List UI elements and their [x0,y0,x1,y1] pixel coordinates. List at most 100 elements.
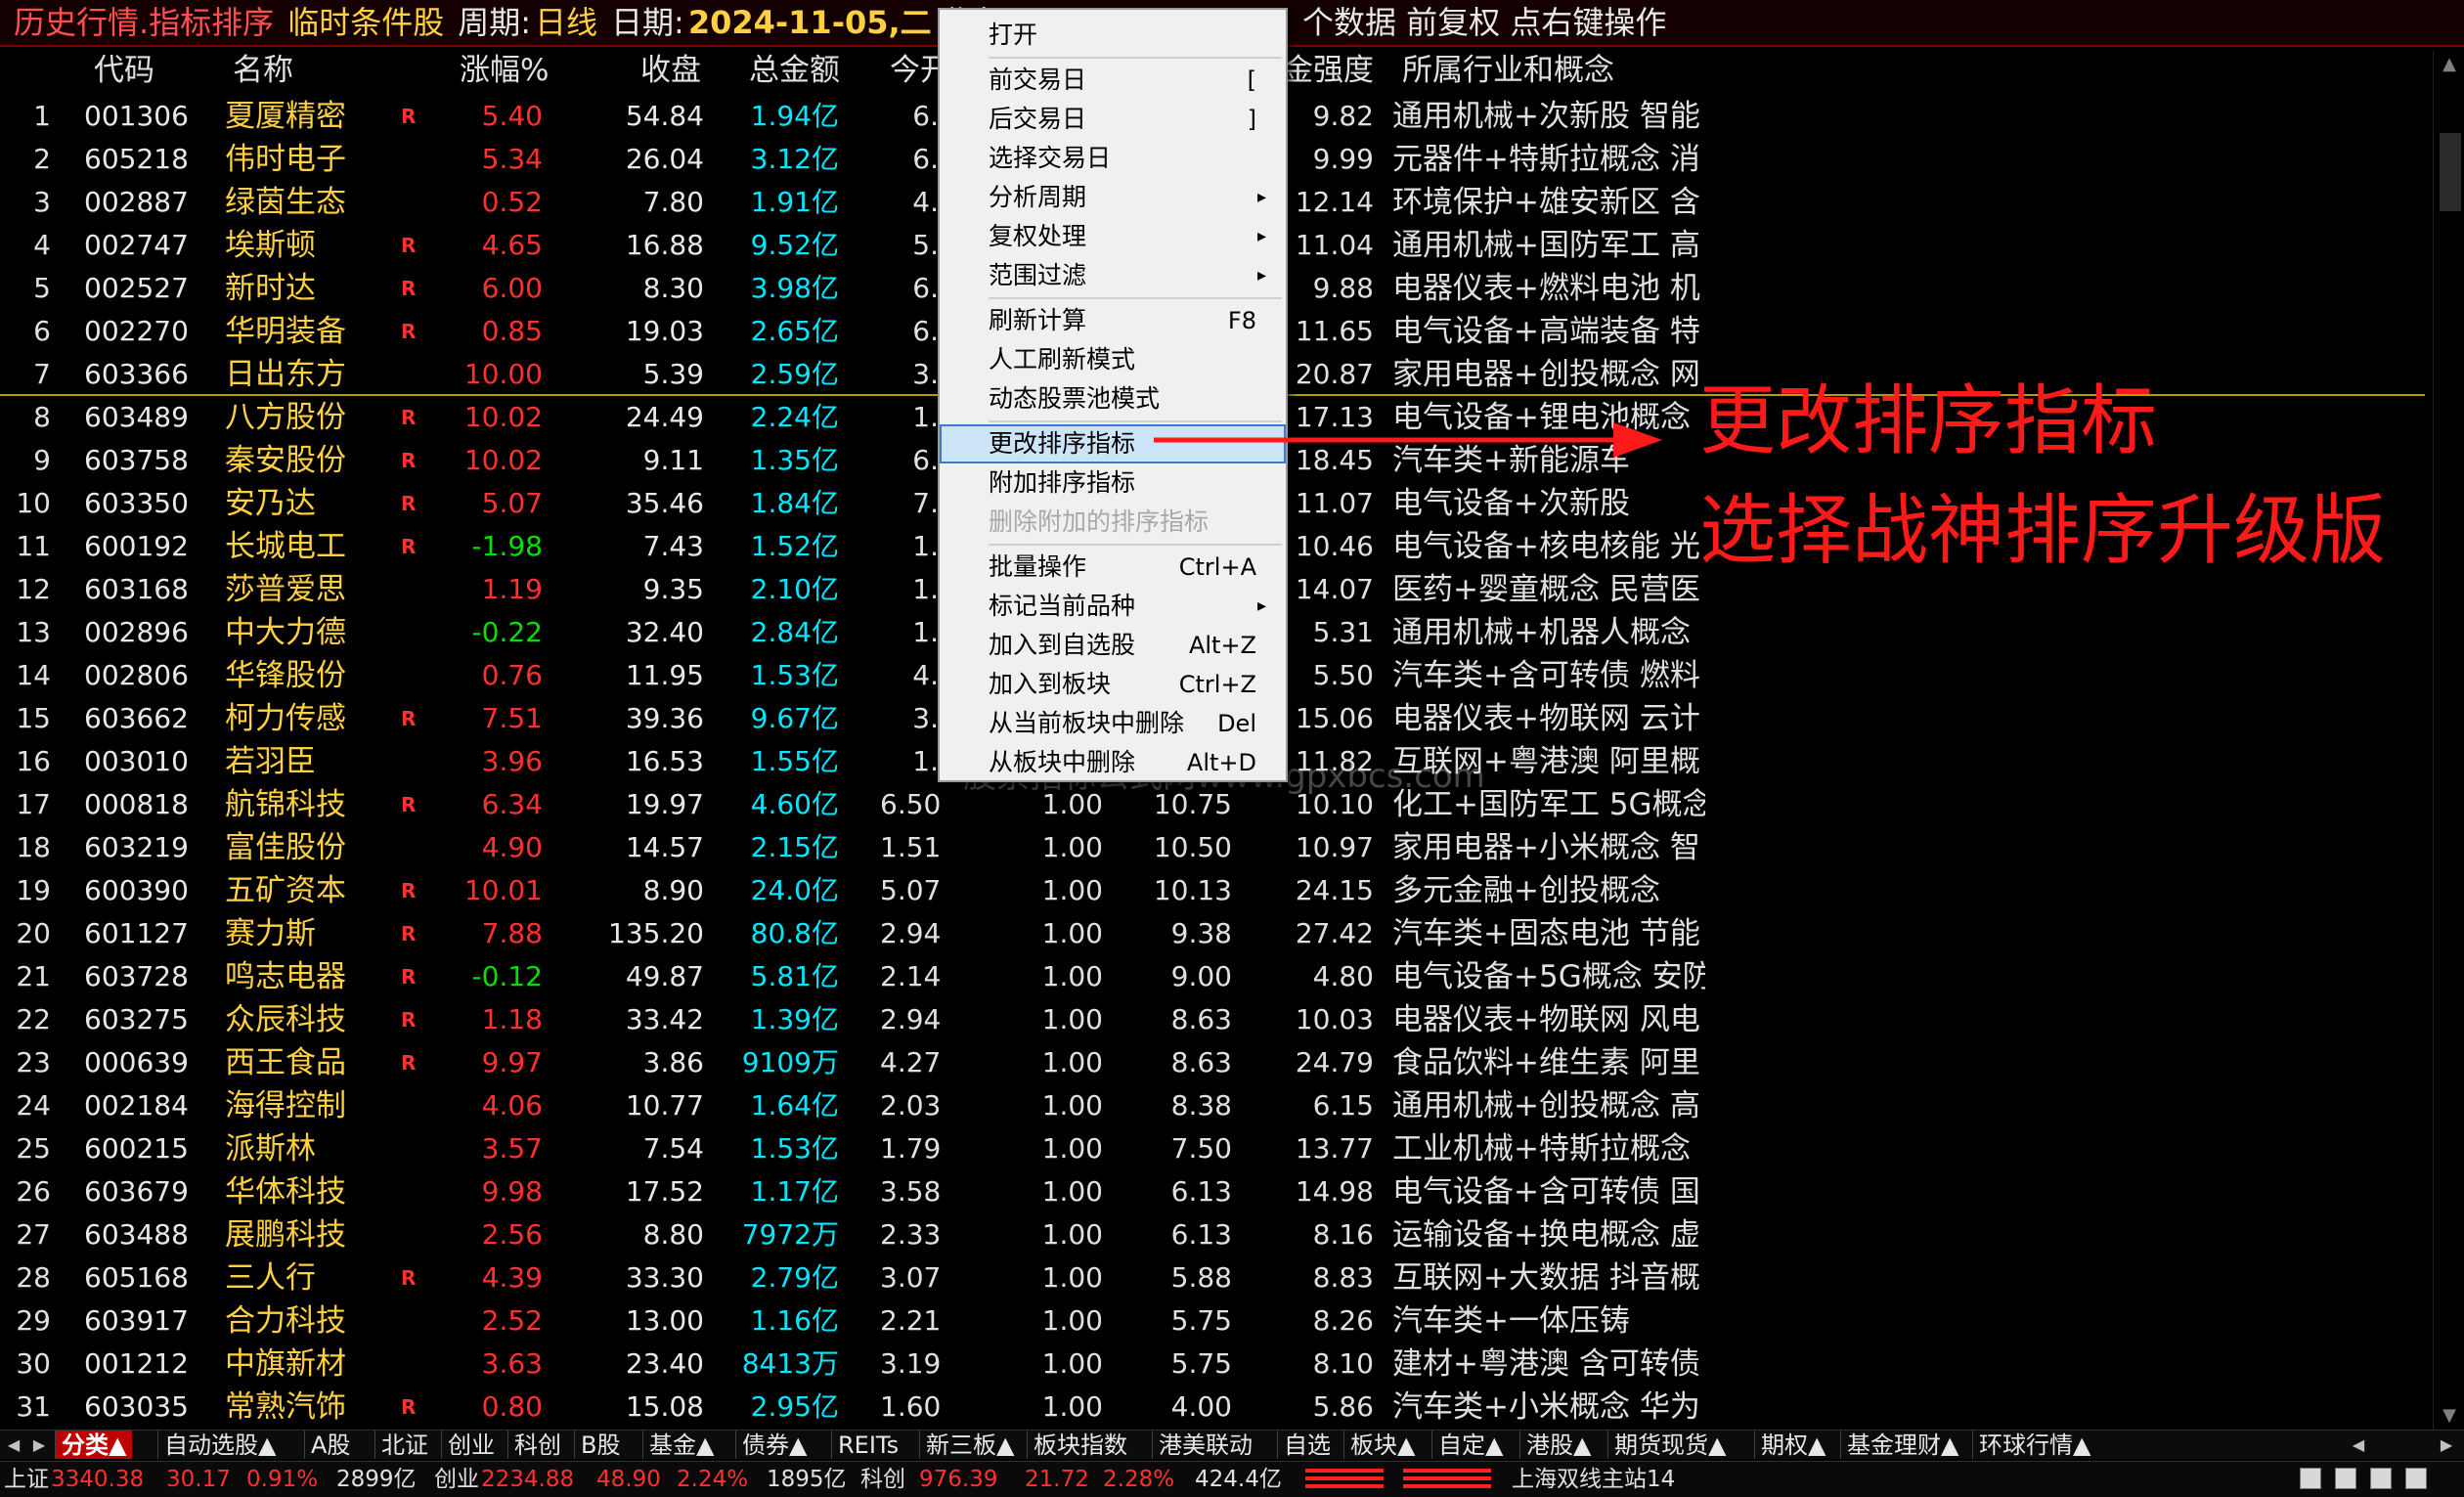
date-value[interactable]: 2024-11-05,二 [684,0,932,45]
tab-item[interactable]: 自动选股▲ [157,1431,282,1459]
menu-add-block[interactable]: 加入到板块 Ctrl+Z [940,665,1286,704]
tab-item[interactable]: 板块指数 [1027,1431,1133,1459]
margin-badge: R [401,1008,417,1032]
tab-item[interactable]: 北证 [374,1431,434,1459]
tab-item[interactable]: 新三板▲ [919,1431,1020,1459]
row-number: 13 [16,616,51,648]
change-pct: 2.52 [481,1304,543,1337]
col-change[interactable]: 涨幅% [460,49,549,92]
close-price: 54.84 [625,100,704,132]
stock-code: 002806 [84,659,189,691]
total-amount: 2.59亿 [750,358,839,390]
tab-next-icon[interactable]: ▶ [27,1432,51,1458]
window-icon[interactable] [2300,1468,2321,1489]
table-row[interactable]: 21 603728 鸣志电器 R -0.12 49.87 5.81亿 2.14 1.00 9.00… [0,955,2425,998]
menu-label: 批量操作 [989,552,1087,581]
table-row[interactable]: 29 603917 合力科技 2.52 13.00 1.16亿 2.21 1.00 5.75 8.… [0,1299,2425,1343]
menu-period[interactable]: 分析周期 ▸ [940,178,1286,217]
total-amount: 2.79亿 [750,1261,839,1294]
tab-item[interactable]: 期权▲ [1754,1431,1831,1459]
menu-select-day[interactable]: 选择交易日 [940,139,1286,178]
menu-open[interactable]: 打开 [940,16,1286,55]
tab-item[interactable]: 自选 [1277,1431,1337,1459]
col-name[interactable]: 名称 [233,49,293,92]
total-amount: 5.81亿 [750,960,839,992]
tab-item[interactable]: 创业 [441,1431,501,1459]
title-condition[interactable]: 临时条件股 [274,0,444,45]
table-row[interactable]: 18 603219 富佳股份 4.90 14.57 2.15亿 1.51 1.00 10.50 1… [0,826,2425,869]
table-row[interactable]: 19 600390 五矿资本 R 10.01 8.90 24.0亿 5.07 1.00 10.13… [0,869,2425,912]
industry-concept: 医药+婴童概念 民营医 [1392,572,1700,607]
col-amount[interactable]: 总金额 [749,49,840,92]
industry-concept: 通用机械+国防军工 高 [1392,228,1700,263]
period-value[interactable]: 日线 [531,0,597,45]
tab-item[interactable]: 基金理财▲ [1840,1431,1964,1459]
menu-shortcut: Del [1217,710,1256,737]
table-row[interactable]: 28 605168 三人行 R 4.39 33.30 2.79亿 3.07 1.00 5.88 8.… [0,1256,2425,1299]
menu-manual-refresh[interactable]: 人工刷新模式 [940,340,1286,379]
stock-code: 600192 [84,530,189,562]
tab-item[interactable]: A股 [304,1431,356,1459]
row-number: 12 [16,573,51,605]
tab-prev-icon[interactable]: ◀ [2,1432,25,1458]
tab-scroll-left-icon[interactable]: ◀ [2347,1432,2370,1458]
tab-item[interactable]: 板块▲ [1343,1431,1421,1459]
row-number: 6 [33,315,51,347]
tab-item[interactable]: 基金▲ [642,1431,720,1459]
menu-add-fav[interactable]: 加入到自选股 Alt+Z [940,626,1286,665]
close-price: 10.77 [625,1089,704,1122]
table-row[interactable]: 23 000639 西王食品 R 9.97 3.86 9109万 4.27 1.00 8.63 24… [0,1041,2425,1084]
table-row[interactable]: 27 603488 展鹏科技 2.56 8.80 7972万 2.33 1.00 6.13 8.1… [0,1213,2425,1256]
tab-item[interactable]: 港股▲ [1519,1431,1597,1459]
tab-item[interactable]: 环球行情▲ [1972,1431,2096,1459]
strength-value: 4.80 [1312,960,1374,992]
open-value: 6. [912,272,939,304]
col-close[interactable]: 收盘 [640,49,701,92]
settings-icon[interactable] [2405,1468,2427,1489]
menu-range-filter[interactable]: 范围过滤 ▸ [940,256,1286,295]
tab-item[interactable]: B股 [574,1431,626,1459]
tab-scroll-right-icon[interactable]: ▶ [2435,1432,2458,1458]
sh-pct: 0.91% [246,1467,319,1492]
scroll-thumb[interactable] [2440,133,2461,211]
menu-label: 加入到板块 [989,670,1112,698]
menu-next-day[interactable]: 后交易日] [940,100,1286,139]
menu-del-from-block[interactable]: 从板块中删除 Alt+D [940,743,1286,782]
change-pct: 4.65 [481,229,543,261]
col-code[interactable]: 代码 [94,49,154,92]
tab-item[interactable]: 债券▲ [735,1431,813,1459]
table-row[interactable]: 22 603275 众辰科技 R 1.18 33.42 1.39亿 2.94 1.00 8.63 1… [0,998,2425,1041]
tab-item[interactable]: 期货现货▲ [1607,1431,1732,1459]
menu-label: 后交易日 [989,105,1087,133]
menu-label: 复权处理 [989,222,1087,250]
menu-mark[interactable]: 标记当前品种 ▸ [940,587,1286,626]
tab-item[interactable]: REITs [831,1431,904,1459]
menu-prev-day[interactable]: 前交易日 [ [940,61,1286,100]
menu-del-block[interactable]: 从当前板块中删除 Del [940,704,1286,743]
menu-adjust[interactable]: 复权处理 ▸ [940,217,1286,256]
tab-item[interactable]: 科创 [507,1431,567,1459]
tab-item[interactable]: 港美联动 [1152,1431,1258,1459]
close-price: 17.52 [625,1175,704,1208]
col-strength[interactable]: 金强度 [1283,49,1374,92]
menu-batch[interactable]: 批量操作 Ctrl+A [940,548,1286,587]
scroll-down-icon[interactable]: ▼ [2438,1404,2461,1428]
col-industry[interactable]: 所属行业和概念 [1402,49,1614,92]
server-name[interactable]: 上海双线主站14 [1512,1462,1675,1497]
table-row[interactable]: 24 002184 海得控制 4.06 10.77 1.64亿 2.03 1.00 8.38 6.… [0,1084,2425,1127]
tab-item[interactable]: 分类▲ [55,1431,133,1459]
table-row[interactable]: 26 603679 华体科技 9.98 17.52 1.17亿 3.58 1.00 6.13 14… [0,1170,2425,1213]
table-row[interactable]: 31 603035 常熟汽饰 R 0.80 15.08 2.95亿 1.60 1.00 4.00 5… [0,1386,2425,1429]
change-pct: 7.51 [481,702,543,734]
table-row[interactable]: 25 600215 派斯林 3.57 7.54 1.53亿 1.79 1.00 7.50 13.7… [0,1127,2425,1170]
table-row[interactable]: 30 001212 中旗新材 3.63 23.40 8413万 3.19 1.00 5.75 8.… [0,1343,2425,1386]
scroll-up-icon[interactable]: ▲ [2438,53,2461,76]
tab-item[interactable]: 自定▲ [1431,1431,1509,1459]
menu-refresh[interactable]: 刷新计算 F8 [940,301,1286,340]
open-value: 1.51 [880,831,942,863]
table-row[interactable]: 20 601127 赛力斯 R 7.88 135.20 80.8亿 2.94 1.00 9.38 2… [0,912,2425,955]
mute-icon[interactable] [2370,1468,2392,1489]
vertical-scrollbar[interactable]: ▲ ▼ [2433,51,2464,1430]
menu-add-sort[interactable]: 附加排序指标 [940,463,1286,503]
coin-icon[interactable] [2335,1468,2356,1489]
